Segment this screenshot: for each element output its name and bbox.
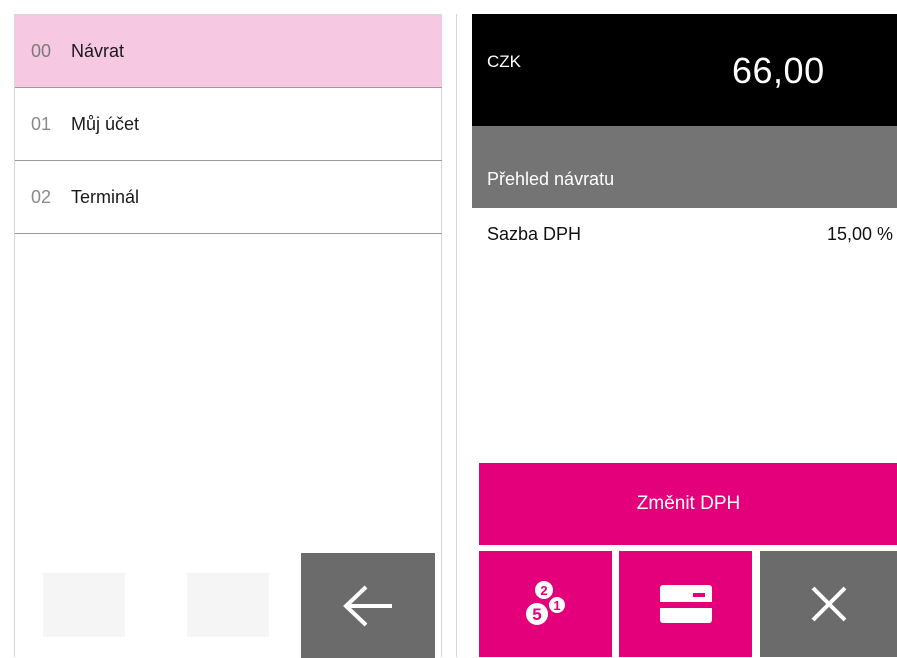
menu-item-terminal[interactable]: 02 Terminál (15, 161, 442, 234)
change-vat-label: Změnit DPH (636, 493, 741, 514)
empty-slot (187, 573, 269, 637)
back-button[interactable] (301, 553, 435, 658)
empty-slot (43, 573, 125, 637)
menu-item-navrat[interactable]: 00 Návrat (15, 15, 442, 88)
menu-list: 00 Návrat 01 Můj účet 02 Terminál (15, 15, 442, 234)
section-header: Přehled návratu (472, 126, 897, 208)
menu-item-label: Návrat (71, 40, 125, 61)
menu-screen: 00 Návrat 01 Můj účet 02 Terminál (14, 14, 442, 658)
vat-rate-value: 15,00 % (826, 224, 893, 244)
currency-label: CZK (487, 52, 521, 71)
menu-item-label: Terminál (71, 186, 140, 207)
svg-text:1: 1 (553, 598, 560, 613)
svg-text:5: 5 (532, 605, 541, 624)
svg-text:2: 2 (540, 583, 547, 598)
coins-icon: 2 1 5 (523, 581, 567, 627)
menu-item-number: 02 (31, 186, 52, 207)
change-vat-button[interactable]: Změnit DPH (479, 463, 897, 545)
cancel-button[interactable] (760, 551, 897, 657)
menu-item-muj-ucet[interactable]: 01 Můj účet (15, 88, 442, 161)
amount-value: 66,00 (732, 50, 825, 91)
cash-payment-button[interactable]: 2 1 5 (479, 551, 612, 657)
menu-item-number: 01 (31, 113, 52, 134)
section-title: Přehled návratu (487, 169, 615, 189)
close-icon (811, 586, 847, 622)
refund-screen: CZK 66,00 Přehled návratu Sazba DPH 15,0… (456, 14, 897, 657)
vat-rate-label: Sazba DPH (487, 224, 582, 244)
menu-item-number: 00 (31, 40, 52, 61)
menu-item-label: Můj účet (71, 113, 140, 134)
bottom-action-bar (15, 553, 442, 658)
vat-rate-row: Sazba DPH 15,00 % (472, 208, 897, 258)
card-payment-button[interactable] (619, 551, 752, 657)
amount-header: CZK 66,00 (472, 14, 897, 126)
arrow-left-icon (343, 585, 392, 626)
card-icon (659, 585, 712, 623)
